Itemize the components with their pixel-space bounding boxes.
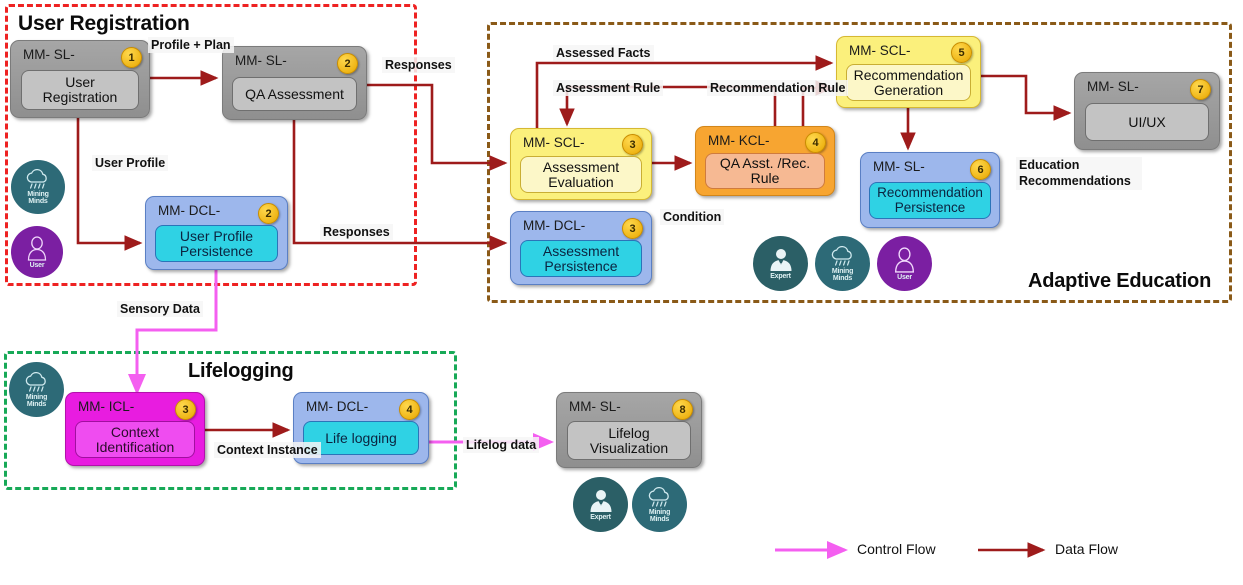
component-header: MM- ICL- <box>78 399 135 414</box>
legend-label-data-flow: Data Flow <box>1055 541 1119 557</box>
role-caption: Expert <box>770 273 791 280</box>
role-icon-expert: Expert <box>753 236 808 291</box>
role-caption: Mining Minds <box>25 393 48 408</box>
edge-label-profile-plan: Profile + Plan <box>148 37 234 53</box>
role-caption: Expert <box>590 514 611 521</box>
person-icon <box>894 246 915 273</box>
edge-label-context-instance: Context Instance <box>214 442 321 458</box>
component-badge: 4 <box>399 399 420 420</box>
component-badge: 8 <box>672 399 693 420</box>
component-label: Assessment Evaluation <box>542 158 620 190</box>
cloud-rain-icon <box>25 371 46 392</box>
cloud-rain-icon <box>26 169 47 189</box>
component-header: MM- SL- <box>1087 79 1139 94</box>
role-icon-mining-minds: Mining Minds <box>9 362 64 417</box>
component-user-registration[interactable]: MM- SL- 1 User Registration <box>10 40 150 118</box>
component-qa-asst-rec-rule[interactable]: MM- KCL- 4 QA Asst. /Rec. Rule <box>695 126 835 196</box>
edge-label-assessment-rule: Assessment Rule <box>553 80 664 96</box>
edge-label-lifelog-data: Lifelog data <box>463 437 540 453</box>
component-header: MM- SL- <box>23 47 75 62</box>
component-label: QA Assessment <box>245 85 344 102</box>
component-header: MM- SL- <box>235 53 287 68</box>
component-label: Assessment Persistence <box>542 242 620 274</box>
role-icon-user: User <box>877 236 932 291</box>
component-badge: 2 <box>337 53 358 74</box>
edge-label-responses-bottom: Responses <box>320 224 393 240</box>
group-title-user-registration: User Registration <box>18 12 190 35</box>
edge-label-sensory-data: Sensory Data <box>117 301 203 317</box>
edge-label-user-profile: User Profile <box>92 155 169 171</box>
component-badge: 6 <box>970 159 991 180</box>
component-header: MM- DCL- <box>523 218 586 233</box>
role-icon-mining-minds: Mining Minds <box>815 236 870 291</box>
cloud-rain-icon <box>648 486 669 507</box>
component-recommendation-generation[interactable]: MM- SCL- 5 Recommendation Generation <box>836 36 981 108</box>
role-caption: Mining Minds <box>27 191 49 205</box>
role-caption: Mining Minds <box>831 267 854 282</box>
component-badge: 7 <box>1190 79 1211 100</box>
edge-label-responses-top: Responses <box>382 57 455 73</box>
component-header: MM- SL- <box>569 399 621 414</box>
component-label: Life logging <box>325 429 397 446</box>
role-icon-expert: Expert <box>573 477 628 532</box>
group-title-lifelogging: Lifelogging <box>188 360 294 382</box>
component-label: User Profile Persistence <box>179 227 254 259</box>
component-label: Recommendation Generation <box>853 66 964 98</box>
component-badge: 4 <box>805 132 826 153</box>
expert-person-icon <box>770 249 791 271</box>
component-label: QA Asst. /Rec. Rule <box>719 155 811 186</box>
component-header: MM- DCL- <box>306 399 369 414</box>
component-user-profile-persistence[interactable]: MM- DCL- 2 User Profile Persistence <box>145 196 288 270</box>
component-badge: 3 <box>175 399 196 420</box>
component-header: MM- KCL- <box>708 133 770 148</box>
component-header: MM- SCL- <box>849 43 911 58</box>
component-badge: 1 <box>121 47 142 68</box>
person-icon <box>27 235 47 261</box>
component-badge: 5 <box>951 42 972 63</box>
cloud-rain-icon <box>831 245 852 266</box>
component-label: User Registration <box>42 74 118 105</box>
component-header: MM- DCL- <box>158 203 221 218</box>
component-badge: 2 <box>258 203 279 224</box>
role-caption: User <box>897 273 912 281</box>
edge-label-recommendation-rule: Recommendation Rule <box>707 80 849 96</box>
component-context-identification[interactable]: MM- ICL- 3 Context Identification <box>65 392 205 466</box>
component-label: UI/UX <box>1128 113 1166 130</box>
role-caption: User <box>29 261 45 269</box>
edge-label-education-recommendations: Education Recommendations <box>1016 157 1142 191</box>
role-caption: Mining Minds <box>648 508 671 523</box>
role-icon-mining-minds: Mining Minds <box>632 477 687 532</box>
component-badge: 3 <box>622 218 643 239</box>
component-ui-ux[interactable]: MM- SL- 7 UI/UX <box>1074 72 1220 150</box>
diagram-canvas: User Registration Adaptive Education Lif… <box>0 0 1243 585</box>
legend-label-control-flow: Control Flow <box>857 541 936 557</box>
component-label: Lifelog Visualization <box>589 424 669 456</box>
component-header: MM- SCL- <box>523 135 585 150</box>
component-badge: 3 <box>622 134 643 155</box>
component-qa-assessment[interactable]: MM- SL- 2 QA Assessment <box>222 46 367 120</box>
component-assessment-evaluation[interactable]: MM- SCL- 3 Assessment Evaluation <box>510 128 652 200</box>
component-lifelog-visualization[interactable]: MM- SL- 8 Lifelog Visualization <box>556 392 702 468</box>
component-label: Recommendation Persistence <box>877 185 983 215</box>
role-icon-mining-minds: Mining Minds <box>11 160 65 214</box>
component-label: Context Identification <box>95 423 175 455</box>
component-recommendation-persistence[interactable]: MM- SL- 6 Recommendation Persistence <box>860 152 1000 228</box>
component-assessment-persistence[interactable]: MM- DCL- 3 Assessment Persistence <box>510 211 652 285</box>
role-icon-user: User <box>11 226 63 278</box>
edge-label-condition: Condition <box>660 209 725 225</box>
component-header: MM- SL- <box>873 159 925 174</box>
edge-label-assessed-facts: Assessed Facts <box>553 45 654 61</box>
group-title-adaptive-education: Adaptive Education <box>1028 270 1212 292</box>
expert-person-icon <box>590 490 611 512</box>
